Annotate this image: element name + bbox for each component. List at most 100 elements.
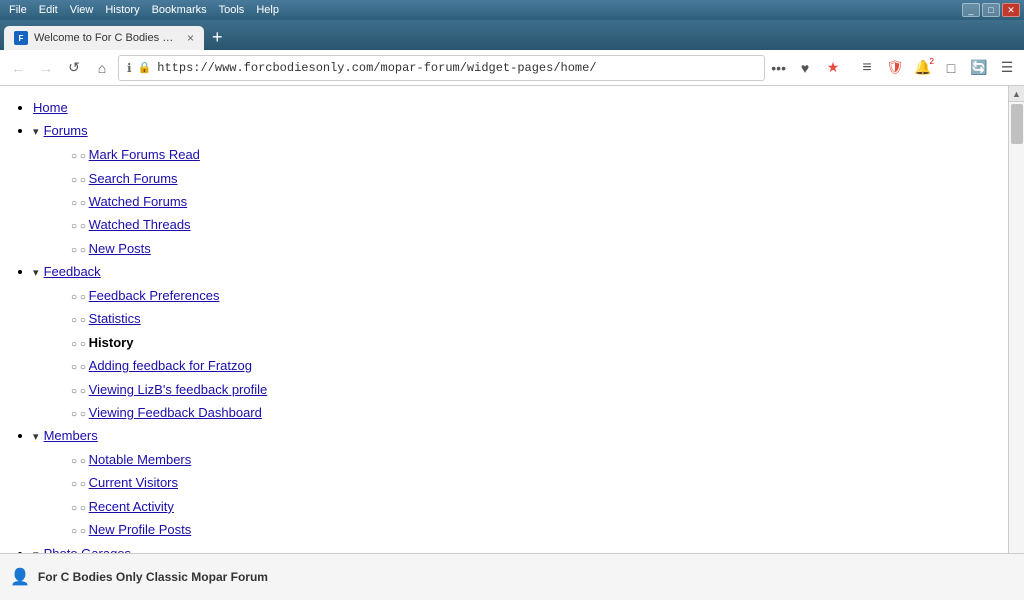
nav-link-2[interactable]: Feedback [44,264,101,279]
nav-child-link-2-2: History [89,335,134,350]
nav-child-2-4: ○ Viewing LizB's feedback profile [71,378,993,401]
bullet-circle: ○ [80,409,89,420]
nav-child-3-3: ○ New Profile Posts [71,518,993,541]
scrollbar[interactable]: ▲ [1008,86,1024,553]
expand-arrow-1[interactable]: ▾ [33,126,42,138]
menu-item-view[interactable]: View [65,2,99,18]
sync-icon[interactable]: 🔄 [968,57,990,79]
content-wrapper: Home▾ Forums○ Mark Forums Read○ Search F… [0,86,1024,553]
address-actions: ••• ♥ ★ [769,57,844,79]
window-controls: _□✕ [962,3,1020,17]
nav-item-4: ▾ Photo Garages○ Mark Viewed○ Search Gar… [33,542,993,553]
info-icon: ℹ [127,61,132,75]
nav-child-1-1: ○ Search Forums [71,167,993,190]
expand-arrow-3[interactable]: ▾ [33,431,42,443]
bullet-circle: ○ [80,221,89,232]
main-nav-list: Home▾ Forums○ Mark Forums Read○ Search F… [15,96,993,553]
nav-child-link-1-2[interactable]: Watched Forums [89,194,188,209]
screenshot-icon[interactable]: □ [940,57,962,79]
nav-child-2-3: ○ Adding feedback for Fratzog [71,354,993,377]
bullet-circle: ○ [80,315,89,326]
close-button[interactable]: ✕ [1002,3,1020,17]
nav-child-link-2-0[interactable]: Feedback Preferences [89,288,220,303]
nav-child-3-2: ○ Recent Activity [71,495,993,518]
page-content: Home▾ Forums○ Mark Forums Read○ Search F… [0,86,1008,553]
bullet-circle: ○ [80,151,89,162]
expand-arrow-2[interactable]: ▾ [33,267,42,279]
nav-child-link-2-3[interactable]: Adding feedback for Fratzog [89,358,252,373]
menu-item-tools[interactable]: Tools [214,2,250,18]
bullet-circle: ○ [80,503,89,514]
nav-child-2-1: ○ Statistics [71,307,993,330]
expand-arrow-4[interactable]: ▾ [33,549,42,553]
nav-child-3-1: ○ Current Visitors [71,471,993,494]
nav-item-3: ▾ Members○ Notable Members○ Current Visi… [33,424,993,541]
bottom-bar: 👤 For C Bodies Only Classic Mopar Forum [0,553,1024,600]
nav-child-link-2-4[interactable]: Viewing LizB's feedback profile [89,382,268,397]
scroll-thumb[interactable] [1011,104,1023,144]
toolbar-icons: ≡ 🛡 🔔2 □ 🔄 ☰ [856,57,1018,79]
bullet-circle: ○ [80,386,89,397]
nav-link-0[interactable]: Home [33,100,68,115]
menu-item-history[interactable]: History [100,2,144,18]
bullet-circle: ○ [80,456,89,467]
nav-child-1-2: ○ Watched Forums [71,190,993,213]
home-button[interactable]: ⌂ [90,56,114,80]
bookmark-icon[interactable]: ★ [822,57,844,79]
bullet-circle: ○ [80,175,89,186]
nav-child-link-1-4[interactable]: New Posts [89,241,151,256]
new-tab-button[interactable]: + [204,28,231,46]
menu-bar: FileEditViewHistoryBookmarksToolsHelp [4,2,284,18]
menu-item-file[interactable]: File [4,2,32,18]
tab-favicon: F [14,31,28,45]
address-input[interactable]: ℹ 🔒 https://www.forcbodiesonly.com/mopar… [118,55,765,81]
bullet-circle: ○ [80,362,89,373]
nav-item-0: Home [33,96,993,119]
bullet-circle: ○ [80,198,89,209]
nav-child-link-3-3[interactable]: New Profile Posts [89,522,192,537]
nav-child-link-1-3[interactable]: Watched Threads [89,217,191,232]
tab-title: Welcome to For C Bodies Only [34,32,181,44]
library-icon[interactable]: ≡ [856,57,878,79]
shield-icon[interactable]: 🛡 [884,57,906,79]
nav-child-link-2-5[interactable]: Viewing Feedback Dashboard [89,405,262,420]
nav-child-link-2-1[interactable]: Statistics [89,311,141,326]
site-icon: 👤 [10,567,30,587]
bullet-circle: ○ [80,339,89,350]
nav-child-1-0: ○ Mark Forums Read [71,143,993,166]
back-button[interactable]: ← [6,56,30,80]
bullet-circle: ○ [80,526,89,537]
lock-icon: 🔒 [138,61,152,74]
menu-item-edit[interactable]: Edit [34,2,63,18]
nav-child-link-3-1[interactable]: Current Visitors [89,475,178,490]
bullet-circle: ○ [80,479,89,490]
more-actions-button[interactable]: ••• [769,58,788,78]
maximize-button[interactable]: □ [982,3,1000,17]
scroll-up[interactable]: ▲ [1009,86,1024,102]
notification-icon[interactable]: 🔔2 [912,57,934,79]
nav-item-2: ▾ Feedback○ Feedback Preferences○ Statis… [33,260,993,424]
nav-child-link-1-0[interactable]: Mark Forums Read [89,147,200,162]
nav-link-3[interactable]: Members [44,428,98,443]
active-tab[interactable]: F Welcome to For C Bodies Only × [4,26,204,50]
nav-link-1[interactable]: Forums [44,123,88,138]
nav-child-link-1-1[interactable]: Search Forums [89,171,178,186]
address-bar: ← → ↺ ⌂ ℹ 🔒 https://www.forcbodiesonly.c… [0,50,1024,86]
nav-item-1: ▾ Forums○ Mark Forums Read○ Search Forum… [33,119,993,260]
nav-child-3-0: ○ Notable Members [71,448,993,471]
forward-button[interactable]: → [34,56,58,80]
nav-child-2-5: ○ Viewing Feedback Dashboard [71,401,993,424]
nav-link-4[interactable]: Photo Garages [44,546,131,553]
refresh-button[interactable]: ↺ [62,56,86,80]
menu-item-help[interactable]: Help [251,2,284,18]
tab-close-button[interactable]: × [187,31,194,45]
menu-icon[interactable]: ☰ [996,57,1018,79]
title-bar: FileEditViewHistoryBookmarksToolsHelp _□… [0,0,1024,20]
nav-child-1-3: ○ Watched Threads [71,213,993,236]
nav-child-2-0: ○ Feedback Preferences [71,284,993,307]
nav-child-link-3-2[interactable]: Recent Activity [89,499,174,514]
menu-item-bookmarks[interactable]: Bookmarks [147,2,212,18]
nav-child-link-3-0[interactable]: Notable Members [89,452,192,467]
minimize-button[interactable]: _ [962,3,980,17]
pocket-icon[interactable]: ♥ [794,57,816,79]
